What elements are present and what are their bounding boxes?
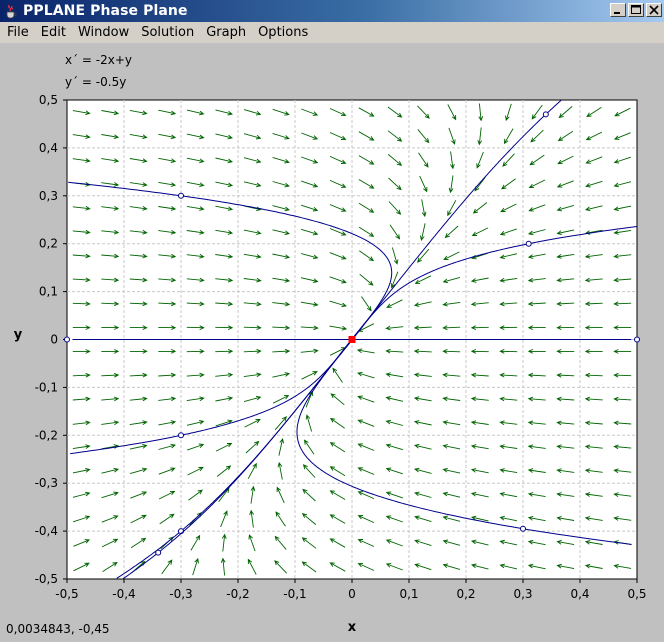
menu-options[interactable]: Options [252, 23, 314, 43]
y-axis-label: y [14, 328, 23, 343]
y-tick-label: 0,1 [39, 285, 58, 299]
window-title: PPLANE Phase Plane [23, 3, 188, 19]
trajectory-start-point [178, 192, 184, 199]
x-tick-label: 0,5 [627, 587, 646, 601]
y-tick-label: 0 [50, 333, 58, 347]
y-tick-label: -0,5 [35, 572, 58, 586]
x-tick-label: 0,4 [570, 587, 589, 601]
menu-window[interactable]: Window [72, 23, 135, 43]
y-tick-label: -0,3 [35, 476, 58, 490]
menu-bar: File Edit Window Solution Graph Options [0, 22, 664, 43]
y-tick-label: 0,2 [39, 237, 58, 251]
trajectory-start-point [155, 549, 162, 556]
y-tick-label: -0,4 [35, 524, 58, 538]
phase-plane-panel: x´ = -2x+y y´ = -0.5y -0,5 -0,4 -0,3 -0,2 -0… [0, 43, 664, 642]
close-icon [649, 5, 659, 15]
menu-edit[interactable]: Edit [35, 23, 72, 43]
x-tick-label: 0,2 [456, 587, 475, 601]
phase-plane-chart[interactable]: -0,5 -0,4 -0,3 -0,2 -0,1 0 0,1 0,2 0,3 0,4 0,5 -0,5… [0, 43, 664, 642]
y-tick-label: 0,3 [39, 189, 58, 203]
trajectory-start-point [525, 240, 532, 247]
equilibrium-point [348, 336, 356, 343]
y-tick-label: -0,1 [35, 380, 58, 394]
trajectory-start-point [520, 525, 526, 532]
x-tick-label: 0 [348, 587, 356, 601]
maximize-icon [631, 5, 641, 14]
minimize-button[interactable] [610, 3, 626, 17]
java-cup-icon [6, 4, 17, 19]
maximize-button[interactable] [628, 3, 644, 17]
x-tick-label: 0,1 [399, 587, 418, 601]
close-button[interactable] [646, 3, 662, 17]
trajectory-start-point [634, 336, 640, 343]
x-tick-label: -0,5 [55, 587, 78, 601]
title-bar[interactable]: PPLANE Phase Plane [0, 0, 664, 22]
x-tick-label: 0,3 [513, 587, 532, 601]
y-tick-label: -0,2 [35, 428, 58, 442]
x-axis-label: x [348, 620, 357, 635]
minimize-icon [614, 12, 620, 14]
x-tick-label: -0,2 [226, 587, 249, 601]
x-tick-label: -0,1 [283, 587, 306, 601]
menu-file[interactable]: File [0, 23, 35, 43]
menu-solution[interactable]: Solution [135, 23, 200, 43]
trajectory-start-point [178, 528, 184, 535]
trajectory-start-point [178, 432, 184, 439]
y-tick-label: 0,5 [39, 93, 58, 107]
trajectory-start-point [542, 111, 549, 118]
x-tick-label: -0,4 [112, 587, 135, 601]
menu-graph[interactable]: Graph [200, 23, 252, 43]
x-tick-label: -0,3 [169, 587, 192, 601]
cursor-coordinates: 0,0034843, -0,45 [6, 622, 110, 636]
trajectory-start-point [64, 336, 70, 343]
y-tick-label: 0,4 [39, 141, 58, 155]
